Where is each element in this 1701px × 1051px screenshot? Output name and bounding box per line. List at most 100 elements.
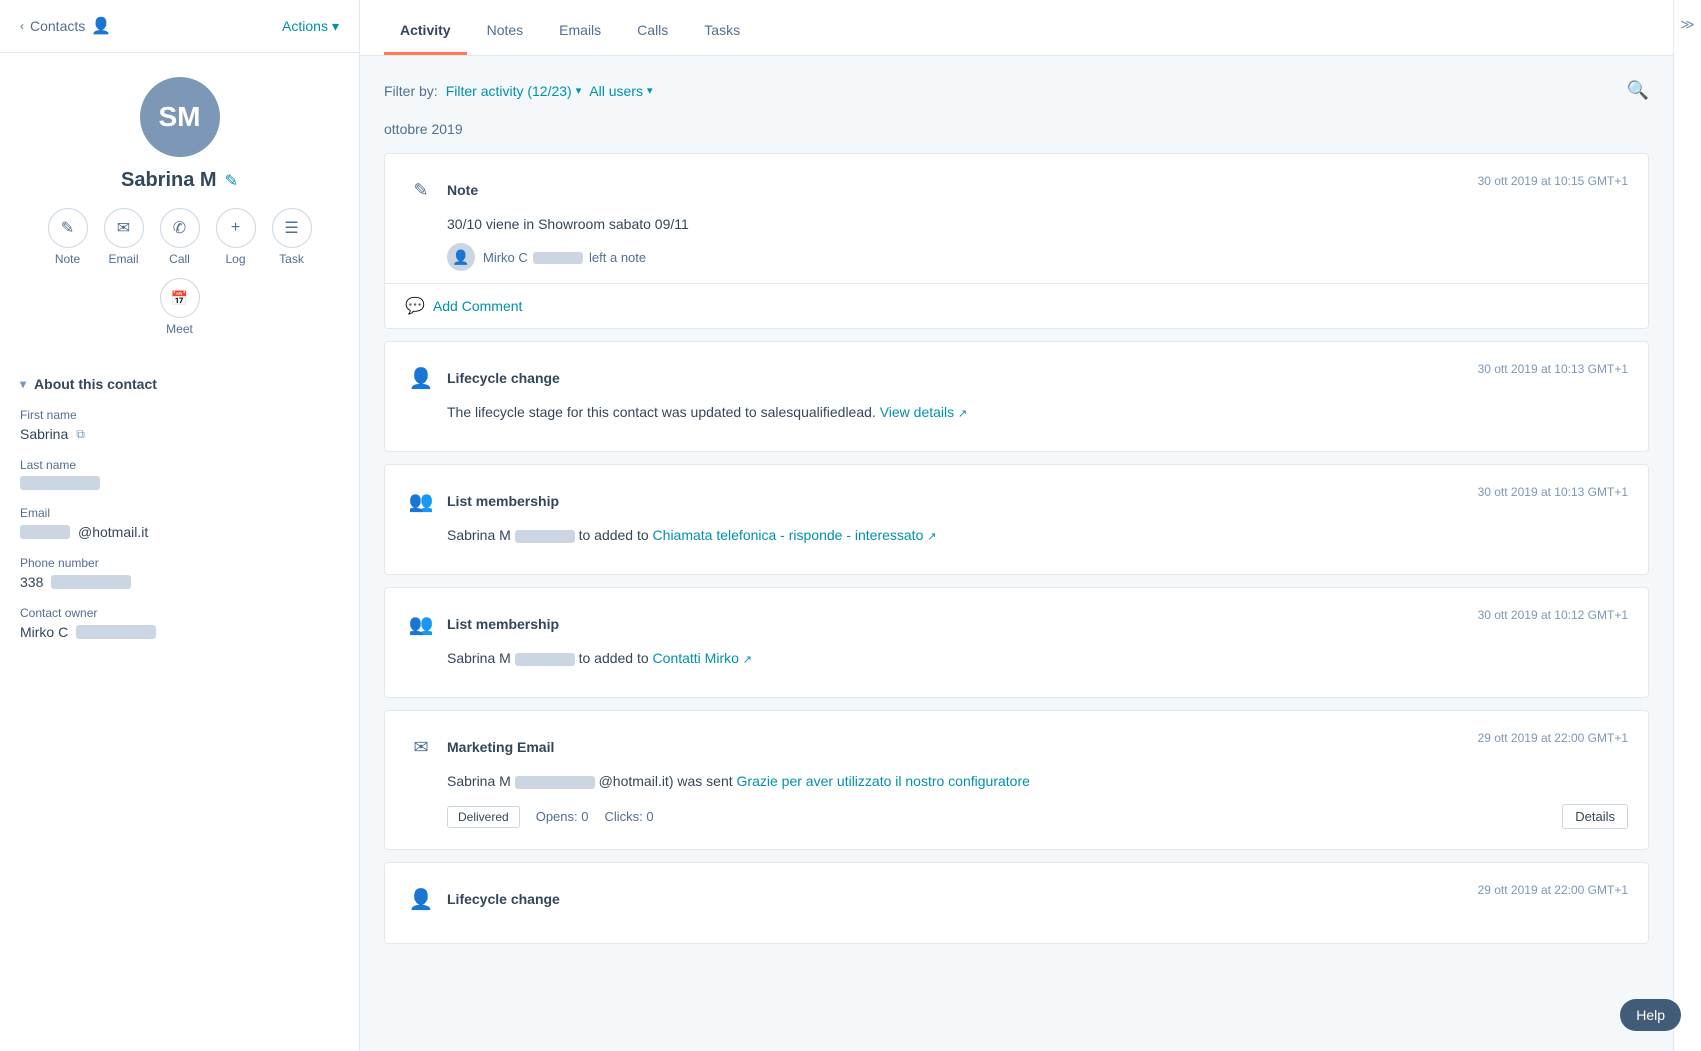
tab-emails[interactable]: Emails <box>543 6 617 55</box>
tab-tasks[interactable]: Tasks <box>688 6 756 55</box>
note-card-icon: ✎ <box>405 174 437 206</box>
list-card-title-1: List membership <box>447 493 559 509</box>
task-button[interactable]: ☰ Task <box>272 208 312 266</box>
activity-card-lifecycle-1: 👤 Lifecycle change 30 ott 2019 at 10:13 … <box>384 341 1649 452</box>
email-name-blurred <box>515 776 595 789</box>
external-link-icon: ↗ <box>958 408 967 420</box>
owner-field: Contact owner Mirko C <box>20 606 339 640</box>
right-panel: ≫ <box>1673 0 1701 1051</box>
opens-stat: Opens: 0 <box>536 809 589 824</box>
details-button[interactable]: Details <box>1562 804 1628 829</box>
activity-card-email: ✉ Marketing Email 29 ott 2019 at 22:00 G… <box>384 710 1649 850</box>
list-link-2[interactable]: Contatti Mirko <box>653 650 739 666</box>
filter-bar: Filter by: Filter activity (12/23) ▾ All… <box>384 80 1649 101</box>
list-name-blurred-2 <box>515 653 575 666</box>
filter-chevron-icon: ▾ <box>576 84 582 97</box>
note-card-title: Note <box>447 182 478 198</box>
list-card-icon-1: 👥 <box>405 485 437 517</box>
avatar: SM <box>140 77 220 157</box>
list-card-body-1: Sabrina M to added to Chiamata telefonic… <box>447 525 1628 546</box>
list-card-timestamp-1: 30 ott 2019 at 10:13 GMT+1 <box>1478 485 1628 499</box>
phone-field: Phone number 338 <box>20 556 339 590</box>
activity-area: Filter by: Filter activity (12/23) ▾ All… <box>360 56 1673 1051</box>
activity-card-note: ✎ Note 30 ott 2019 at 10:15 GMT+1 30/10 … <box>384 153 1649 329</box>
first-name-value: Sabrina <box>20 426 68 442</box>
actions-chevron-icon: ▾ <box>332 18 339 35</box>
contacts-label: Contacts <box>30 18 85 34</box>
activity-card-lifecycle-2: 👤 Lifecycle change 29 ott 2019 at 22:00 … <box>384 862 1649 944</box>
email-card-body: Sabrina M @hotmail.it) was sent Grazie p… <box>447 771 1628 792</box>
contact-name: Sabrina M <box>121 169 217 192</box>
about-contact-section[interactable]: ▾ About this contact <box>20 376 339 392</box>
clicks-stat: Clicks: 0 <box>604 809 653 824</box>
back-chevron-icon: ‹ <box>20 19 24 33</box>
activity-card-list-2: 👥 List membership 30 ott 2019 at 10:12 G… <box>384 587 1649 698</box>
users-chevron-icon: ▾ <box>647 84 653 97</box>
collapse-icon[interactable]: ≫ <box>1680 16 1695 33</box>
search-button[interactable]: 🔍 <box>1627 80 1649 101</box>
note-button[interactable]: ✎ Note <box>48 208 88 266</box>
note-card-timestamp: 30 ott 2019 at 10:15 GMT+1 <box>1478 174 1628 188</box>
email-button[interactable]: ✉ Email <box>104 208 144 266</box>
person-icon: 👤 <box>91 16 111 36</box>
email-stats: Delivered Opens: 0 Clicks: 0 Details <box>447 804 1628 829</box>
note-card-body: 30/10 viene in Showroom sabato 09/11 <box>447 214 1628 235</box>
tab-calls[interactable]: Calls <box>621 6 684 55</box>
user-avatar-small: 👤 <box>447 243 475 271</box>
edit-icon[interactable]: ✎ <box>225 171 238 191</box>
email-suffix: @hotmail.it <box>78 524 148 540</box>
phone-blurred-suffix <box>51 575 131 589</box>
filter-by-label: Filter by: <box>384 83 438 99</box>
external-link-icon-2: ↗ <box>927 531 936 543</box>
call-button[interactable]: ✆ Call <box>160 208 200 266</box>
lifecycle-card-icon-1: 👤 <box>405 362 437 394</box>
email-card-timestamp: 29 ott 2019 at 22:00 GMT+1 <box>1478 731 1628 745</box>
list-card-body-2: Sabrina M to added to Contatti Mirko ↗ <box>447 648 1628 669</box>
list-card-title-2: List membership <box>447 616 559 632</box>
tab-activity[interactable]: Activity <box>384 6 467 55</box>
add-comment-row: 💬 Add Comment <box>385 283 1648 328</box>
lifecycle-card-timestamp-1: 30 ott 2019 at 10:13 GMT+1 <box>1478 362 1628 376</box>
help-button[interactable]: Help <box>1620 999 1681 1031</box>
user-name-blurred <box>533 252 583 264</box>
tab-notes[interactable]: Notes <box>471 6 540 55</box>
log-button[interactable]: + Log <box>216 208 256 266</box>
actions-dropdown[interactable]: Actions ▾ <box>282 18 339 35</box>
list-card-timestamp-2: 30 ott 2019 at 10:12 GMT+1 <box>1478 608 1628 622</box>
back-to-contacts[interactable]: ‹ Contacts 👤 <box>20 16 111 36</box>
email-card-icon: ✉ <box>405 731 437 763</box>
phone-prefix: 338 <box>20 574 43 590</box>
section-title: About this contact <box>34 376 157 392</box>
email-field: Email @hotmail.it <box>20 506 339 540</box>
first-name-field: First name Sabrina ⧉ <box>20 408 339 442</box>
owner-blurred-suffix <box>76 625 156 639</box>
email-subject-link[interactable]: Grazie per aver utilizzato il nostro con… <box>737 773 1030 789</box>
month-label: ottobre 2019 <box>384 121 1649 137</box>
all-users-button[interactable]: All users ▾ <box>589 83 652 99</box>
lifecycle-card-title-1: Lifecycle change <box>447 370 560 386</box>
section-chevron-icon: ▾ <box>20 377 26 391</box>
last-name-field: Last name <box>20 458 339 490</box>
lifecycle-card-body-1: The lifecycle stage for this contact was… <box>447 402 1628 423</box>
lifecycle-card-timestamp-2: 29 ott 2019 at 22:00 GMT+1 <box>1478 883 1628 897</box>
email-card-title: Marketing Email <box>447 739 554 755</box>
last-name-blurred <box>20 476 100 490</box>
owner-prefix: Mirko C <box>20 624 68 640</box>
comment-icon: 💬 <box>405 296 425 316</box>
list-name-blurred-1 <box>515 530 575 543</box>
list-link-1[interactable]: Chiamata telefonica - risponde - interes… <box>653 527 924 543</box>
email-blurred-prefix <box>20 525 70 539</box>
meet-button[interactable]: 📅 Meet <box>160 278 200 336</box>
external-link-icon-3: ↗ <box>743 654 752 666</box>
tabs-bar: Activity Notes Emails Calls Tasks <box>360 0 1673 56</box>
copy-icon[interactable]: ⧉ <box>76 427 85 442</box>
lifecycle-card-title-2: Lifecycle change <box>447 891 560 907</box>
delivered-badge: Delivered <box>447 806 520 828</box>
actions-label: Actions <box>282 18 328 34</box>
add-comment-button[interactable]: Add Comment <box>433 298 522 314</box>
filter-activity-button[interactable]: Filter activity (12/23) ▾ <box>446 83 582 99</box>
lifecycle-view-details-link[interactable]: View details <box>880 404 954 420</box>
list-card-icon-2: 👥 <box>405 608 437 640</box>
user-note-text: Mirko C left a note <box>483 250 646 265</box>
activity-card-list-1: 👥 List membership 30 ott 2019 at 10:13 G… <box>384 464 1649 575</box>
